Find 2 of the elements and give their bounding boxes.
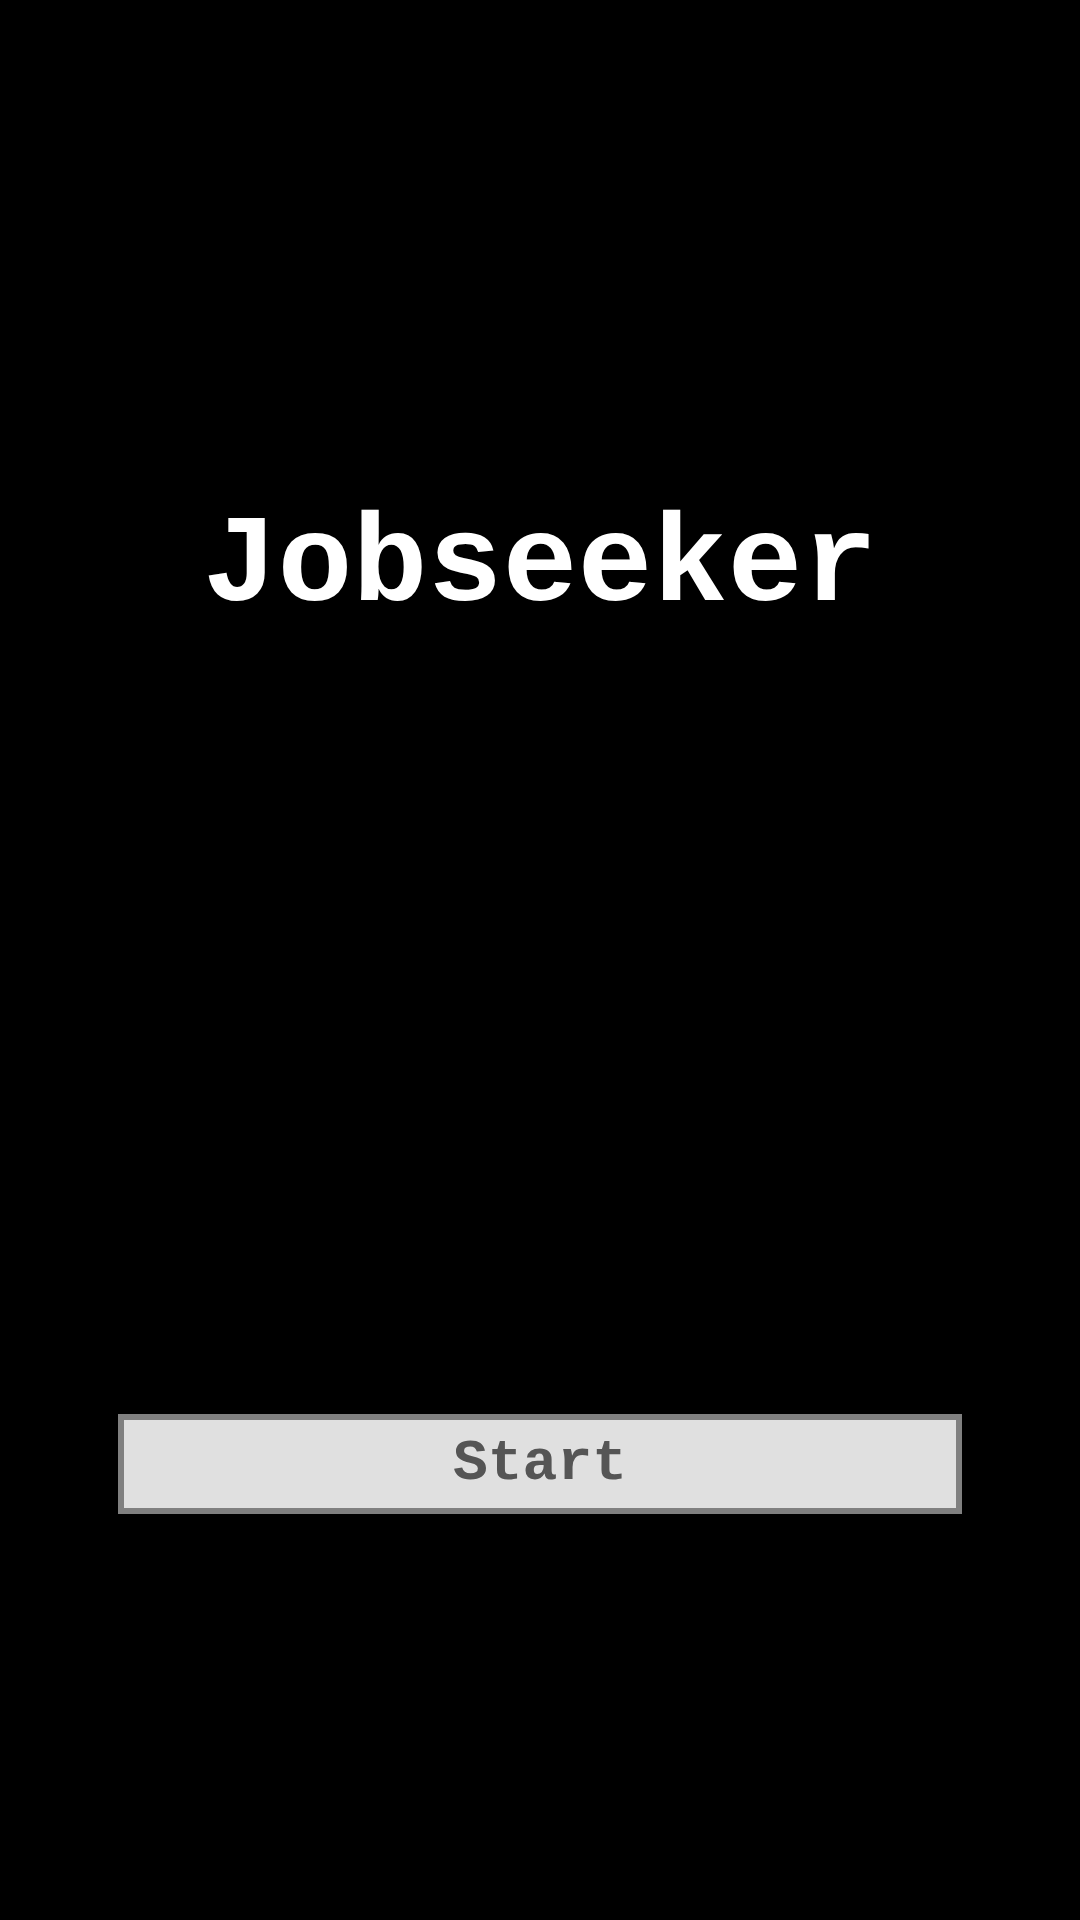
app-title: Jobseeker (201, 505, 879, 630)
start-button[interactable]: Start (118, 1414, 962, 1514)
